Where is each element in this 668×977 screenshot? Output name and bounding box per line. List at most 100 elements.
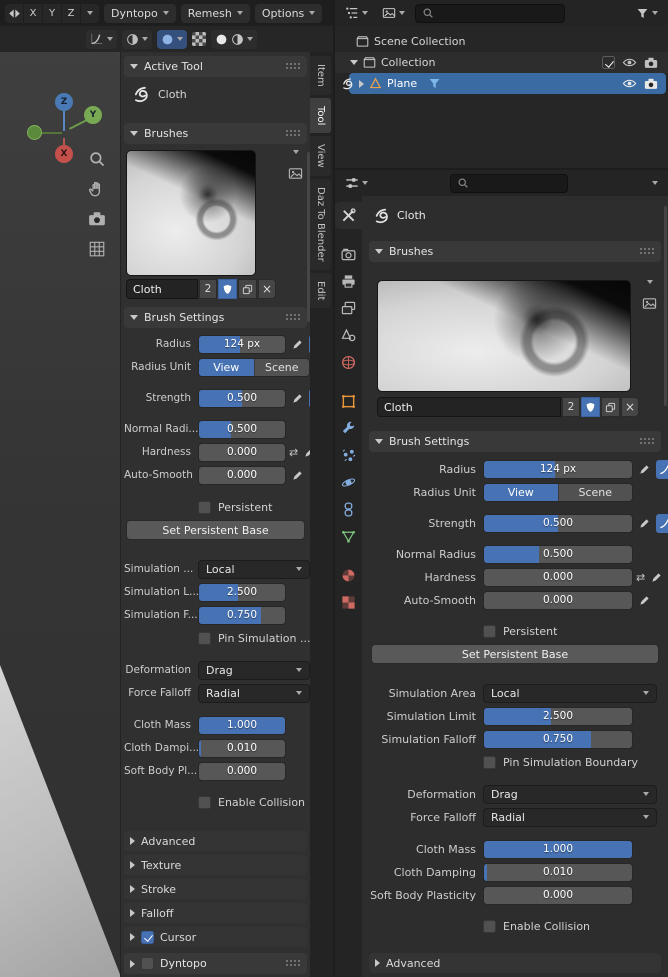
outliner-row-scene-collection[interactable]: Scene Collection bbox=[335, 31, 668, 52]
panel-grip-handle[interactable] bbox=[286, 130, 301, 137]
options-menu[interactable]: Options bbox=[254, 3, 323, 23]
tab-constraint-properties[interactable] bbox=[335, 496, 362, 523]
brush-settings-panel-header[interactable]: Brush Settings bbox=[369, 431, 661, 452]
radius-unit-view-option[interactable]: View bbox=[199, 358, 254, 376]
unified-strength-toggle[interactable] bbox=[656, 513, 668, 533]
tab-output-properties[interactable] bbox=[335, 268, 362, 295]
set-persistent-base-button[interactable]: Set Persistent Base bbox=[126, 520, 305, 540]
simulation-area-dropdown[interactable]: Local bbox=[483, 683, 657, 703]
symmetry-x-toggle[interactable]: X bbox=[24, 3, 42, 23]
radius-slider[interactable]: 124 px bbox=[198, 334, 286, 354]
sidebar-tab-view[interactable]: View bbox=[310, 136, 331, 176]
symmetry-icon[interactable] bbox=[5, 3, 23, 23]
brushes-panel-header[interactable]: Brushes bbox=[369, 241, 661, 262]
cloth-mass-slider[interactable]: 1.000 bbox=[198, 715, 286, 735]
perspective-grid-icon[interactable] bbox=[88, 240, 106, 258]
tab-render-properties[interactable] bbox=[335, 241, 362, 268]
stroke-subpanel-header[interactable]: Stroke bbox=[124, 879, 307, 899]
gizmo-z-axis[interactable]: Z bbox=[55, 93, 73, 111]
falloff-subpanel-header[interactable]: Falloff bbox=[124, 903, 307, 923]
tab-view-layer-properties[interactable] bbox=[335, 295, 362, 322]
enable-collision-checkbox[interactable] bbox=[483, 919, 496, 933]
gizmo-x-axis[interactable]: X bbox=[55, 145, 73, 163]
pressure-pen-toggle[interactable] bbox=[289, 389, 306, 408]
outliner-row-collection[interactable]: Collection bbox=[335, 52, 668, 73]
camera-icon[interactable] bbox=[644, 56, 658, 70]
brush-preview-image[interactable] bbox=[126, 150, 256, 276]
outliner-row-plane[interactable]: Plane bbox=[335, 73, 668, 94]
unlink-brush-button[interactable]: × bbox=[620, 397, 639, 417]
properties-search-field[interactable] bbox=[450, 173, 568, 193]
collapse-arrow-icon[interactable] bbox=[350, 60, 358, 65]
duplicate-brush-button[interactable] bbox=[237, 279, 257, 299]
falloff-shape-toggle[interactable] bbox=[211, 29, 257, 49]
symmetry-z-toggle[interactable]: Z bbox=[62, 3, 80, 23]
radius-slider[interactable]: 124 px bbox=[483, 459, 633, 479]
duplicate-brush-button[interactable] bbox=[600, 397, 620, 417]
tab-object-data-properties[interactable] bbox=[335, 523, 362, 550]
falloff-curve-dropdown[interactable] bbox=[86, 29, 117, 49]
brush-image-icon[interactable] bbox=[288, 166, 303, 181]
invert-pressure-icon[interactable]: ⇄ bbox=[636, 572, 645, 583]
soft-body-slider[interactable]: 0.000 bbox=[198, 761, 286, 781]
cursor-subpanel-header[interactable]: Cursor bbox=[124, 927, 307, 947]
stroke-sphere-dropdown[interactable] bbox=[157, 29, 187, 49]
active-tool-panel-header[interactable]: Active Tool bbox=[124, 56, 307, 77]
advanced-subpanel-header[interactable]: Advanced bbox=[369, 953, 661, 973]
tab-particle-properties[interactable] bbox=[335, 442, 362, 469]
camera-view-icon[interactable] bbox=[88, 210, 106, 228]
brush-image-icon[interactable] bbox=[642, 296, 657, 311]
brush-texture-dropdown[interactable] bbox=[122, 29, 152, 49]
simulation-area-dropdown[interactable]: Local bbox=[198, 559, 310, 579]
gizmo-y-axis[interactable]: Y bbox=[84, 106, 102, 124]
brush-user-count[interactable]: 2 bbox=[198, 279, 217, 299]
collection-exclude-checkbox[interactable] bbox=[602, 56, 615, 69]
cloth-damping-slider[interactable]: 0.010 bbox=[198, 738, 286, 758]
enable-collision-checkbox[interactable] bbox=[198, 795, 211, 809]
deformation-dropdown[interactable]: Drag bbox=[198, 660, 310, 680]
properties-options-dropdown[interactable] bbox=[652, 181, 658, 185]
outliner-editor-type-dropdown[interactable] bbox=[341, 4, 372, 23]
sidebar-tab-edit[interactable]: Edit bbox=[310, 272, 331, 309]
dyntopo-panel-header[interactable]: Dyntopo bbox=[124, 953, 307, 974]
brush-settings-panel-header[interactable]: Brush Settings bbox=[124, 307, 307, 328]
radius-unit-scene-option[interactable]: Scene bbox=[253, 358, 309, 376]
radius-unit-view-option[interactable]: View bbox=[484, 483, 558, 501]
tab-object-properties[interactable] bbox=[335, 388, 362, 415]
normal-radius-slider[interactable]: 0.500 bbox=[198, 419, 286, 439]
expand-arrow-icon[interactable] bbox=[359, 79, 364, 88]
mask-texture-icon[interactable] bbox=[192, 32, 206, 46]
simulation-falloff-slider[interactable]: 0.750 bbox=[483, 729, 633, 749]
pin-simulation-checkbox[interactable] bbox=[483, 755, 496, 769]
persistent-checkbox[interactable] bbox=[483, 624, 496, 638]
brush-select-dropdown[interactable] bbox=[646, 280, 653, 284]
pressure-pen-toggle[interactable] bbox=[289, 335, 306, 354]
active-tool-row[interactable]: Cloth bbox=[132, 81, 303, 107]
unlink-brush-button[interactable]: × bbox=[257, 279, 276, 299]
set-persistent-base-button[interactable]: Set Persistent Base bbox=[371, 644, 659, 664]
brush-user-count[interactable]: 2 bbox=[561, 397, 580, 417]
pressure-pen-toggle[interactable] bbox=[636, 591, 653, 610]
pan-hand-icon[interactable] bbox=[88, 180, 106, 198]
fake-user-toggle[interactable] bbox=[217, 279, 237, 299]
dyntopo-checkbox[interactable] bbox=[141, 957, 154, 970]
outliner-display-mode-dropdown[interactable] bbox=[378, 4, 409, 23]
cloth-damping-slider[interactable]: 0.010 bbox=[483, 862, 633, 882]
tab-world-properties[interactable] bbox=[335, 349, 362, 376]
soft-body-slider[interactable]: 0.000 bbox=[483, 885, 633, 905]
zoom-tool-icon[interactable] bbox=[88, 150, 106, 168]
hardness-slider[interactable]: 0.000 bbox=[483, 567, 633, 587]
simulation-falloff-slider[interactable]: 0.750 bbox=[198, 605, 286, 625]
hardness-slider[interactable]: 0.000 bbox=[198, 442, 286, 462]
tab-texture-properties[interactable] bbox=[335, 589, 362, 616]
plane-object[interactable] bbox=[0, 665, 121, 977]
dyntopo-menu[interactable]: Dyntopo bbox=[104, 3, 176, 23]
pressure-pen-toggle[interactable] bbox=[648, 568, 665, 587]
fake-user-toggle[interactable] bbox=[580, 397, 600, 417]
properties-scrollbar[interactable] bbox=[664, 206, 667, 406]
brush-name-field[interactable]: Cloth bbox=[126, 279, 198, 299]
remesh-menu[interactable]: Remesh bbox=[180, 3, 250, 23]
cloth-mass-slider[interactable]: 1.000 bbox=[483, 839, 633, 859]
outliner-search-field[interactable] bbox=[415, 3, 565, 23]
symmetry-y-toggle[interactable]: Y bbox=[43, 3, 61, 23]
